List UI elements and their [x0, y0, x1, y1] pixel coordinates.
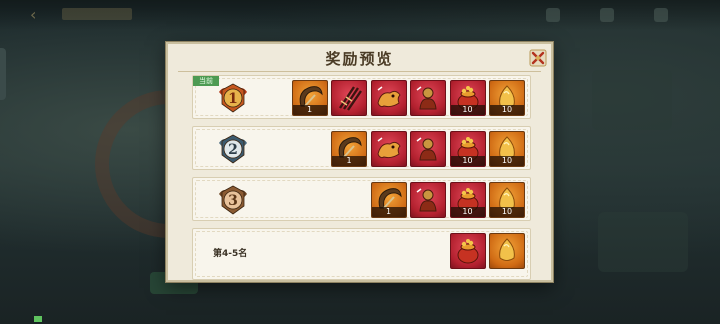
reward-item[interactable]	[410, 80, 446, 116]
reward-item[interactable]	[370, 80, 407, 116]
reward-row: 第4-5名	[192, 228, 531, 280]
item-quantity: 10	[450, 207, 485, 217]
reward-row: 当前 1 1 10 10	[192, 75, 531, 119]
reward-item[interactable]: 1	[331, 131, 367, 167]
reward-list[interactable]: 当前 1 1 10 10 2 1 10 10 3 1 10 10 第4-5名	[192, 75, 531, 280]
close-button[interactable]	[529, 49, 547, 67]
close-icon	[529, 49, 547, 67]
reward-item[interactable]	[370, 131, 407, 167]
item-quantity: 1	[371, 207, 406, 217]
rank-label: 第4-5名	[213, 249, 248, 259]
item-quantity: 1	[332, 156, 366, 166]
reward-item[interactable]: 10	[449, 182, 486, 218]
item-quantity: 10	[490, 105, 524, 115]
title-divider	[178, 71, 541, 72]
reward-item[interactable]: 10	[489, 182, 525, 218]
svg-text:2: 2	[228, 142, 238, 158]
reward-row: 3 1 10 10	[192, 177, 531, 221]
back-arrow-icon[interactable]: ‹	[30, 6, 50, 24]
background-panel-right-lower	[598, 212, 688, 272]
reward-item[interactable]	[410, 131, 446, 167]
svg-text:3: 3	[228, 193, 238, 209]
rank-1-medal-icon: 1	[215, 80, 251, 116]
reward-item[interactable]: 1	[291, 80, 328, 116]
signal-icon	[34, 316, 42, 322]
background-menu-icon[interactable]	[546, 8, 560, 22]
background-menu-icon[interactable]	[654, 8, 668, 22]
item-quantity: 10	[490, 156, 524, 166]
rank-3-medal-icon: 3	[215, 182, 251, 218]
reward-item[interactable]: 10	[449, 80, 486, 116]
background-panel-right	[592, 70, 672, 130]
item-quantity: 10	[450, 105, 485, 115]
reward-item[interactable]: 1	[370, 182, 407, 218]
reward-item[interactable]	[331, 80, 367, 116]
background-title	[62, 8, 132, 20]
reward-item[interactable]	[410, 182, 446, 218]
rank-2-medal-icon: 2	[215, 131, 251, 167]
item-quantity: 10	[490, 207, 524, 217]
reward-item[interactable]	[489, 233, 525, 269]
reward-item[interactable]	[449, 233, 486, 269]
reward-item[interactable]: 10	[489, 131, 525, 167]
reward-row: 2 1 10 10	[192, 126, 531, 170]
item-quantity: 10	[450, 156, 485, 166]
dialog-title: 奖励预览	[325, 50, 394, 68]
background-menu-icon[interactable]	[600, 8, 614, 22]
item-quantity: 1	[292, 105, 327, 115]
side-tab[interactable]	[0, 48, 6, 100]
svg-text:1: 1	[228, 91, 238, 107]
reward-item[interactable]: 10	[449, 131, 486, 167]
reward-item[interactable]: 10	[489, 80, 525, 116]
reward-preview-dialog: 奖励预览 当前 1 1 10 10 2 1 10 10 3 1 10 10 第4-5名	[166, 42, 553, 282]
dialog-header: 奖励预览	[168, 44, 551, 72]
